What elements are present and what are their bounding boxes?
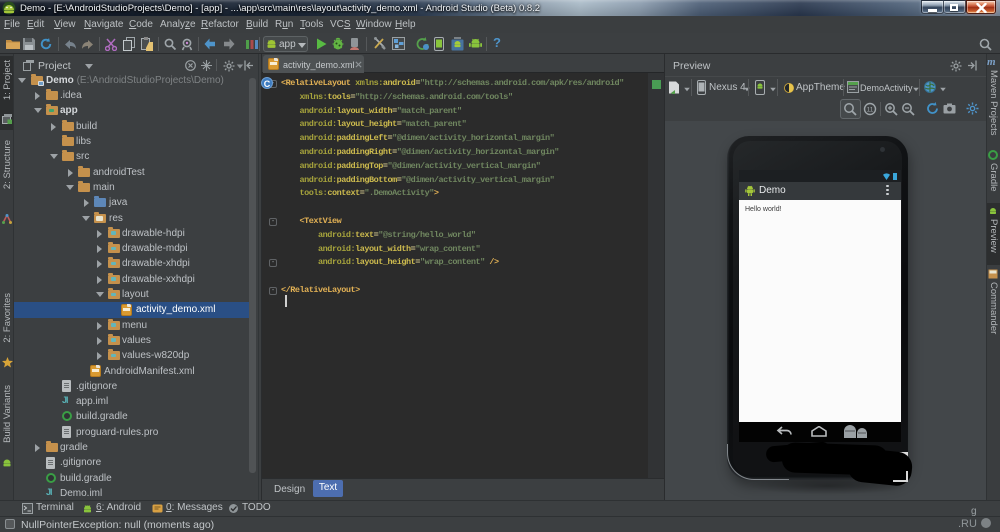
svg-text:11: 11 <box>867 107 874 114</box>
